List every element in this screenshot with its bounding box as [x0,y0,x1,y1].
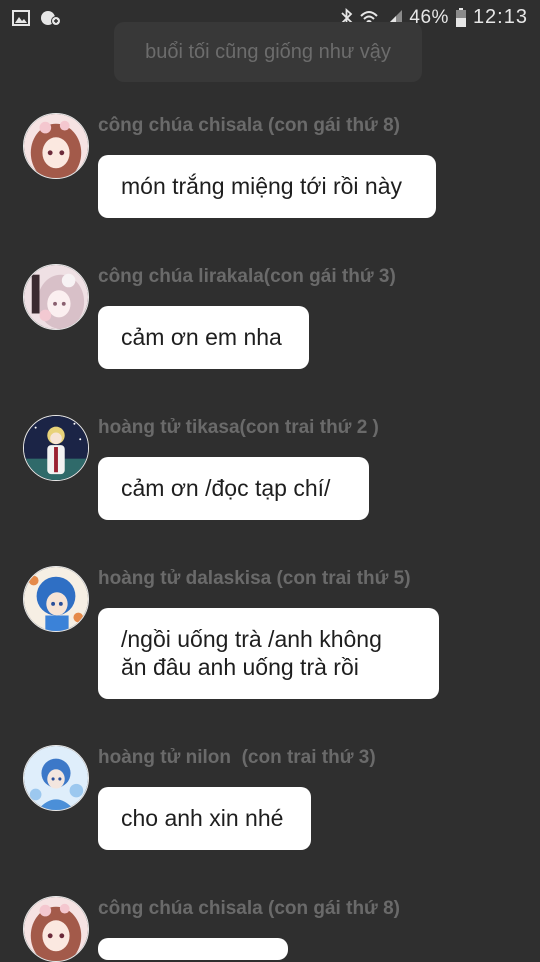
narration-bubble: buổi tối cũng giống như vậy [114,22,422,82]
message-bubble: cho anh xin nhé [98,787,311,850]
message-bubble: cảm ơn em nha [98,306,309,369]
message-bubble: cảm ơn /đọc tạp chí/ [98,457,369,520]
sender-name: công chúa lirakala(con gái thứ 3) [98,266,396,287]
avatar[interactable] [23,264,89,330]
sender-name: công chúa chisala (con gái thứ 8) [98,898,400,919]
blond-prince-night-avatar [24,416,88,480]
avatar[interactable] [23,415,89,481]
message-bubble: món trắng miệng tới rồi này [98,155,436,218]
avatar[interactable] [23,896,89,962]
white-flower-princess-avatar [24,265,88,329]
message-bubble [98,938,288,960]
message-bubble: /ngồi uống trà /anh không ăn đâu anh uốn… [98,608,439,699]
sender-name: hoàng tử dalaskisa (con trai thứ 5) [98,568,411,589]
sender-name: hoàng tử nilon (con trai thứ 3) [98,747,376,768]
avatar[interactable] [23,745,89,811]
battery-icon [455,7,467,28]
pink-hair-princess-avatar [24,114,88,178]
pink-hair-princess-avatar [24,897,88,961]
status-bar-notifications [12,9,62,27]
sender-name: công chúa chisala (con gái thứ 8) [98,115,400,136]
avatar[interactable] [23,113,89,179]
clock: 12:13 [472,6,528,28]
sender-name: hoàng tử tikasa(con trai thứ 2 ) [98,417,379,438]
avatar[interactable] [23,566,89,632]
blue-water-prince-avatar [24,746,88,810]
cloud-sync-icon [40,9,62,27]
blue-hair-prince-avatar [24,567,88,631]
image-icon [12,10,30,26]
